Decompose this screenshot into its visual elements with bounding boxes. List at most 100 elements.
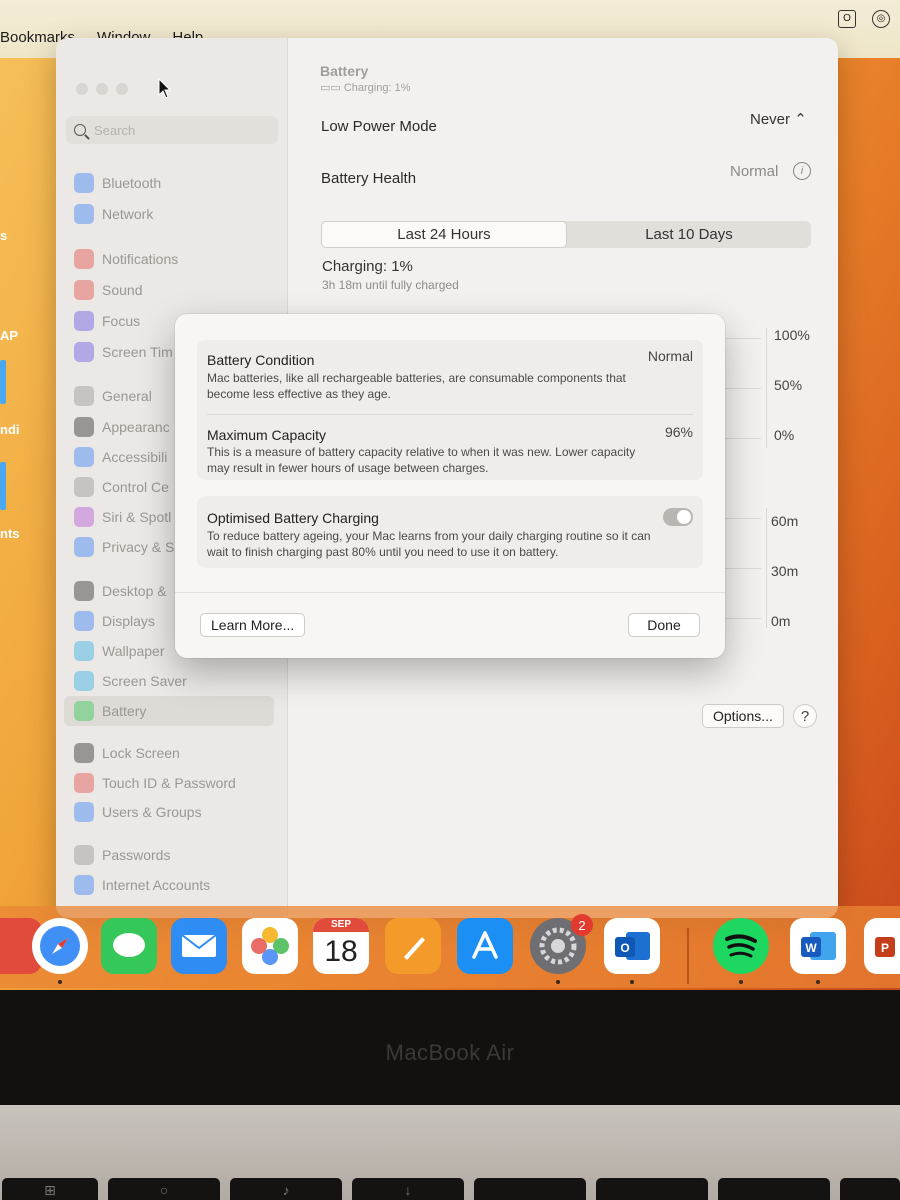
close-button[interactable]	[76, 83, 88, 95]
keyboard-key: ↓	[352, 1178, 464, 1200]
notification-badge: 2	[571, 914, 593, 936]
battery-health-value: Normal	[730, 163, 779, 180]
sidebar-item-wallpaper[interactable]: Wallpaper	[74, 640, 165, 662]
sidebar-item-displays[interactable]: Displays	[74, 610, 155, 632]
desktop-label-fragment: nts	[0, 526, 20, 541]
sidebar-item-internet-accounts[interactable]: Internet Accounts	[74, 874, 210, 896]
envelope-icon	[181, 934, 217, 957]
outlook-status-icon[interactable]: O	[838, 10, 856, 28]
word-app-icon[interactable]: W	[790, 918, 846, 974]
photos-app-icon[interactable]	[242, 918, 298, 974]
sidebar-item-label: Battery	[102, 703, 147, 719]
help-button[interactable]: ?	[793, 704, 817, 728]
tab-last-24-hours[interactable]: Last 24 Hours	[321, 221, 567, 248]
info-icon[interactable]: i	[793, 162, 811, 180]
mail-app-icon[interactable]	[171, 918, 227, 974]
divider	[175, 592, 725, 593]
battery-condition-desc: Mac batteries, like all rechargeable bat…	[207, 371, 626, 401]
sidebar-item-sound[interactable]: Sound	[74, 279, 142, 301]
powerpoint-app-icon[interactable]: P	[864, 918, 900, 974]
sidebar-item-appearanc[interactable]: Appearanc	[74, 416, 170, 438]
siri-icon	[74, 507, 94, 527]
minimise-button[interactable]	[96, 83, 108, 95]
sidebar-item-notifications[interactable]: Notifications	[74, 248, 178, 270]
battery-condition-value: Normal	[647, 348, 693, 364]
page-subtitle: ▭▭ Charging: 1%	[320, 82, 411, 94]
desktop-label-fragment: ndi	[0, 422, 20, 437]
sidebar-item-battery[interactable]: Battery	[64, 696, 274, 726]
sidebar-item-control-ce[interactable]: Control Ce	[74, 476, 169, 498]
safari-app-icon[interactable]	[32, 918, 88, 974]
sidebar-item-bluetooth[interactable]: Bluetooth	[74, 172, 161, 194]
sidebar-item-label: General	[102, 388, 152, 404]
sidebar-item-screen-tim[interactable]: Screen Tim	[74, 341, 173, 363]
bluetooth-icon	[74, 173, 94, 193]
search-placeholder: Search	[94, 122, 136, 138]
desktop: Bookmarks Window Help O ◎ s AP ndi nts S…	[0, 0, 900, 990]
at-icon	[74, 875, 94, 895]
desktop-label-fragment: AP	[0, 328, 19, 343]
app-store-app-icon[interactable]	[457, 918, 513, 974]
zoom-button[interactable]	[116, 83, 128, 95]
privacy-hand-icon	[74, 537, 94, 557]
desktop-item-icon[interactable]	[0, 360, 6, 404]
sidebar-item-label: Accessibili	[102, 449, 168, 465]
sidebar-item-label: Focus	[102, 313, 141, 329]
battery-health-label: Battery Health	[321, 170, 417, 187]
sidebar-item-network[interactable]: Network	[74, 203, 153, 225]
battery-condition-title: Battery Condition	[207, 352, 315, 368]
pages-app-icon[interactable]	[385, 918, 441, 974]
sidebar-item-label: Desktop &	[102, 583, 167, 599]
wallpaper-icon	[74, 641, 94, 661]
messages-app-icon[interactable]	[101, 918, 157, 974]
sidebar-item-label: Notifications	[102, 251, 179, 267]
calendar-app-icon[interactable]: SEP 18	[313, 918, 369, 974]
sidebar-item-label: Wallpaper	[102, 643, 165, 659]
airdrop-icon[interactable]: ◎	[872, 10, 890, 28]
search-input[interactable]: Search	[66, 116, 278, 144]
done-button[interactable]: Done	[628, 613, 700, 637]
sidebar-item-accessibili[interactable]: Accessibili	[74, 446, 167, 468]
chart-axis-line	[766, 508, 767, 628]
keyboard-key	[596, 1178, 708, 1200]
low-power-mode-select[interactable]: Never ⌃	[750, 110, 807, 128]
keyboard-key	[718, 1178, 830, 1200]
sidebar-item-label: Lock Screen	[102, 745, 180, 761]
calendar-day: 18	[324, 935, 358, 968]
pen-icon	[404, 937, 425, 960]
running-indicator	[556, 980, 560, 984]
optimised-charging-title: Optimised Battery Charging	[207, 510, 379, 526]
outlook-app-icon[interactable]: O	[604, 918, 660, 974]
keyboard-key: ⊞	[2, 1178, 98, 1200]
running-indicator	[630, 980, 634, 984]
users-icon	[74, 802, 94, 822]
time-axis-label: 60m	[771, 513, 799, 529]
maximum-capacity-title: Maximum Capacity	[207, 427, 327, 443]
sidebar-item-label: Privacy & S	[102, 539, 175, 555]
sidebar-item-screen-saver[interactable]: Screen Saver	[74, 670, 187, 692]
control-centre-icon	[74, 477, 94, 497]
sidebar-item-passwords[interactable]: Passwords	[74, 844, 170, 866]
sidebar-item-touch-id-password[interactable]: Touch ID & Password	[74, 772, 236, 794]
compass-icon	[40, 926, 80, 966]
calendar-month: SEP	[313, 918, 369, 932]
spotify-app-icon[interactable]	[713, 918, 769, 974]
accessibility-icon	[74, 447, 94, 467]
optimised-charging-toggle[interactable]	[663, 508, 693, 526]
sidebar-item-desktop[interactable]: Desktop &	[74, 580, 167, 602]
sidebar-item-users-groups[interactable]: Users & Groups	[74, 801, 202, 823]
optimised-charging-desc: To reduce battery ageing, your Mac learn…	[207, 529, 651, 559]
level-axis-label: 100%	[774, 327, 810, 343]
sidebar-item-focus[interactable]: Focus	[74, 310, 140, 332]
tab-last-10-days[interactable]: Last 10 Days	[567, 221, 811, 248]
learn-more-button[interactable]: Learn More...	[200, 613, 306, 637]
sidebar-item-label: Screen Saver	[102, 673, 187, 689]
desktop-item-icon[interactable]	[0, 462, 6, 510]
options-button[interactable]: Options...	[702, 704, 784, 728]
sidebar-item-lock-screen[interactable]: Lock Screen	[74, 742, 180, 764]
sidebar-item-siri-spotl[interactable]: Siri & Spotl	[74, 506, 171, 528]
screen-time-icon	[74, 342, 94, 362]
sidebar-item-general[interactable]: General	[74, 385, 152, 407]
charging-time-remaining: 3h 18m until fully charged	[322, 278, 459, 292]
sidebar-item-privacy-s[interactable]: Privacy & S	[74, 536, 174, 558]
